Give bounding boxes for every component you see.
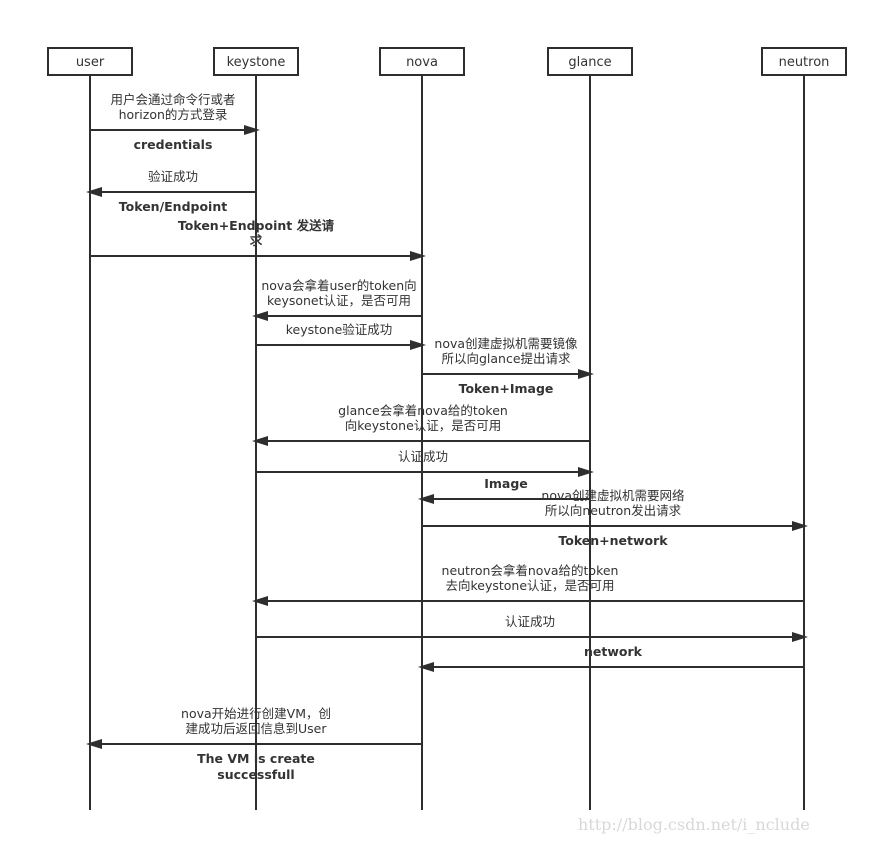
message-label: 所以向neutron发出请求 [545,503,682,518]
message-label: 求 [250,233,263,248]
actor-neutron[interactable]: neutron [761,47,847,76]
arrowhead-icon [418,494,434,504]
message-label: nova会拿着user的token向 [261,278,416,293]
message-label: nova创建虚拟机需要镜像 [434,336,578,351]
actors: user keystone nova glance neutron [47,47,847,76]
arrowhead-icon [86,739,102,749]
message-sublabel: Token+network [558,533,668,548]
actor-glance[interactable]: glance [547,47,633,76]
message-nova-to-neutron: nova创建虚拟机需要网络所以向neutron发出请求 Token+network [422,488,808,548]
actor-label: keystone [227,55,286,70]
message-label: neutron会拿着nova给的token [442,563,619,578]
actor-label: glance [568,55,611,70]
arrowhead-icon [792,521,808,531]
message-label: keystone验证成功 [286,322,393,337]
message-label: 验证成功 [148,169,198,184]
message-sublabel: The VM is create [197,751,315,766]
message-nova-to-keystone: nova会拿着user的token向keysonet认证，是否可用 [252,278,422,321]
message-label: Image [484,476,528,491]
message-label: 用户会通过命令行或者 [110,92,235,107]
arrowhead-icon [410,340,426,350]
arrowhead-icon [578,467,594,477]
message-label: 认证成功 [505,614,555,629]
message-sublabel: Token/Endpoint [119,199,227,214]
message-nova-to-user: nova开始进行创建VM，创建成功后返回信息到User The VM is cre… [86,706,422,782]
message-label: glance会拿着nova给的token [338,403,508,418]
message-label: keysonet认证，是否可用 [267,293,411,308]
message-sublabel: Token+Image [459,381,554,396]
arrowhead-icon [578,369,594,379]
watermark: http://blog.csdn.net/i_nclude [578,815,810,834]
arrowhead-icon [792,632,808,642]
message-neutron-to-keystone: neutron会拿着nova给的token去向keystone认证，是否可用 [252,563,804,606]
message-sublabel: successfull [217,767,294,782]
arrowhead-icon [252,596,268,606]
actor-label: user [76,55,105,70]
message-neutron-to-nova: network [418,644,804,672]
message-user-to-nova: Token+Endpoint 发送请求 [90,218,426,261]
actor-keystone[interactable]: keystone [213,47,299,76]
message-keystone-to-nova: keystone验证成功 [256,322,426,350]
message-label: 去向keystone认证，是否可用 [445,578,614,593]
arrowhead-icon [410,251,426,261]
message-label: 建成功后返回信息到User [186,721,328,736]
message-label: 向keystone认证，是否可用 [345,418,502,433]
messages: 用户会通过命令行或者horizon的方式登录 credentials 验证成功 Tok… [86,92,808,782]
message-keystone-to-neutron: 认证成功 [256,614,808,642]
actor-user[interactable]: user [47,47,133,76]
message-keystone-to-user: 验证成功 Token/Endpoint [86,169,256,214]
message-label: nova开始进行创建VM，创 [181,706,331,721]
message-keystone-to-glance: 认证成功 [256,449,594,477]
message-label: nova创建虚拟机需要网络 [541,488,685,503]
message-nova-to-glance: nova创建虚拟机需要镜像所以向glance提出请求 Token+Image [422,336,594,396]
message-label: 所以向glance提出请求 [441,351,571,366]
arrowhead-icon [86,187,102,197]
message-label: 认证成功 [398,449,448,464]
message-label: network [584,644,643,659]
arrowhead-icon [252,436,268,446]
message-user-to-keystone: 用户会通过命令行或者horizon的方式登录 credentials [90,92,260,152]
arrowhead-icon [418,662,434,672]
arrowhead-icon [244,125,260,135]
arrowhead-icon [252,311,268,321]
message-sublabel: credentials [134,137,213,152]
sequence-diagram: user keystone nova glance neutron 用户会通过命令行或者… [47,47,847,834]
message-label: Token+Endpoint 发送请 [178,218,335,233]
actor-nova[interactable]: nova [379,47,465,76]
actor-label: neutron [779,55,830,70]
message-label: horizon的方式登录 [119,107,228,122]
lifelines [89,75,805,810]
actor-label: nova [406,55,438,70]
